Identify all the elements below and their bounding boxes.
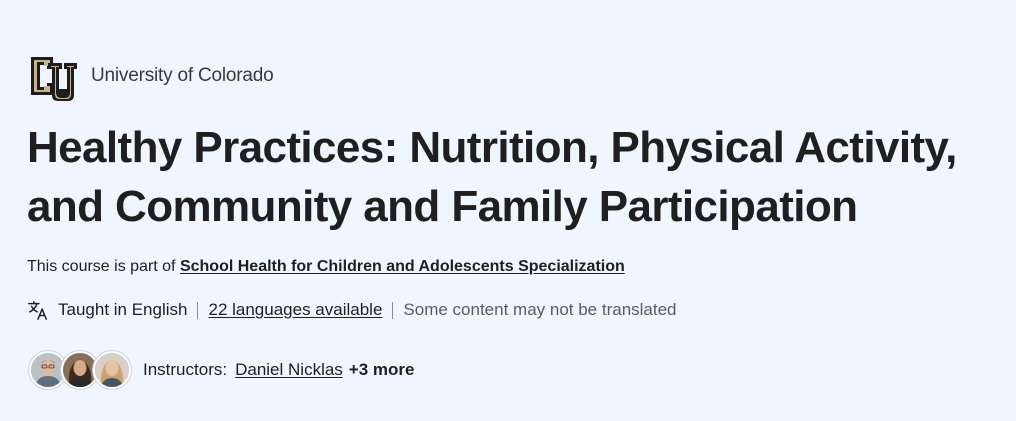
divider (197, 301, 199, 319)
course-title: Healthy Practices: Nutrition, Physical A… (27, 123, 957, 231)
cu-logo-icon[interactable] (27, 49, 79, 103)
partner-name[interactable]: University of Colorado (91, 65, 274, 87)
translate-icon (28, 301, 47, 320)
part-of-prefix: This course is part of (27, 258, 176, 275)
language-row: Taught in English 22 languages available… (27, 297, 677, 323)
taught-in-language: Taught in English (58, 300, 188, 319)
avatar[interactable] (93, 351, 131, 389)
more-instructors-button[interactable]: +3 more (349, 360, 415, 380)
instructor-avatars[interactable] (27, 351, 131, 389)
instructors-row: Instructors: Daniel Nicklas +3 more (27, 350, 414, 390)
divider (392, 301, 394, 319)
course-header: University of Colorado Healthy Practices… (0, 0, 1016, 421)
partner-block[interactable]: University of Colorado (27, 49, 274, 103)
translation-note: Some content may not be translated (403, 300, 677, 319)
instructor-link[interactable]: Daniel Nicklas (235, 360, 343, 380)
languages-available-link[interactable]: 22 languages available (208, 300, 382, 320)
specialization-link[interactable]: School Health for Children and Adolescen… (180, 258, 625, 275)
instructors-label: Instructors: (143, 360, 228, 379)
specialization-line: This course is part of School Health for… (27, 258, 625, 276)
